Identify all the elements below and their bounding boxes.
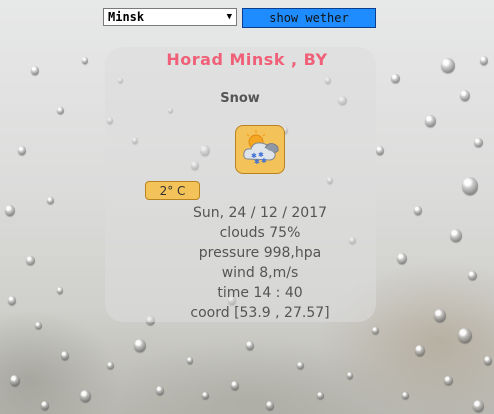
raindrop (57, 287, 63, 294)
clouds-text: clouds 75% (219, 225, 301, 241)
raindrop (424, 114, 436, 127)
raindrop (34, 321, 42, 330)
weather-condition: Snow (220, 91, 260, 106)
raindrop (462, 177, 478, 195)
raindrop (5, 205, 15, 216)
time-text: time 14 : 40 (217, 285, 303, 301)
coord-text: coord [53.9 , 27.57] (190, 305, 330, 321)
date-text: Sun, 24 / 12 / 2017 (192, 205, 328, 221)
toolbar: Minsk ▼ show wether (103, 8, 376, 28)
raindrop (443, 375, 453, 386)
city-title: Horad Minsk , BY (166, 50, 328, 69)
raindrop (397, 253, 407, 264)
raindrop (484, 356, 492, 365)
raindrop (231, 381, 239, 390)
raindrop (61, 351, 69, 360)
raindrop (401, 391, 409, 400)
city-select[interactable]: Minsk ▼ (103, 8, 237, 26)
raindrop (18, 146, 26, 155)
pressure-text: pressure 998,hpa (198, 245, 322, 261)
temperature-badge: 2° C (145, 181, 200, 200)
city-select-value: Minsk (108, 10, 145, 24)
raindrop (316, 391, 324, 400)
raindrop (79, 389, 91, 402)
svg-text:✱: ✱ (261, 157, 267, 165)
raindrop (296, 361, 304, 370)
raindrop (266, 401, 274, 410)
raindrop (472, 399, 484, 412)
raindrop (376, 146, 384, 155)
raindrop (201, 391, 209, 400)
raindrop (25, 255, 35, 266)
wind-text: wind 8,m/s (221, 265, 299, 281)
raindrop (390, 73, 400, 84)
raindrop (10, 375, 20, 386)
raindrop (246, 341, 254, 350)
raindrop (187, 357, 193, 364)
raindrop (473, 137, 483, 148)
raindrop (347, 372, 353, 379)
raindrop (106, 361, 114, 370)
show-weather-button[interactable]: show wether (242, 8, 376, 28)
raindrop (415, 345, 425, 356)
raindrop (8, 296, 16, 305)
snow-cloud-sun-icon: ✱ ✱ ✱ ✱ (235, 125, 285, 174)
raindrop (46, 196, 54, 205)
svg-text:✱: ✱ (254, 158, 260, 166)
chevron-down-icon[interactable]: ▼ (227, 12, 232, 22)
raindrop (414, 206, 422, 215)
raindrop (41, 401, 49, 410)
raindrop (371, 326, 379, 335)
raindrop (56, 106, 64, 115)
raindrop (156, 386, 164, 395)
raindrop (467, 270, 477, 281)
